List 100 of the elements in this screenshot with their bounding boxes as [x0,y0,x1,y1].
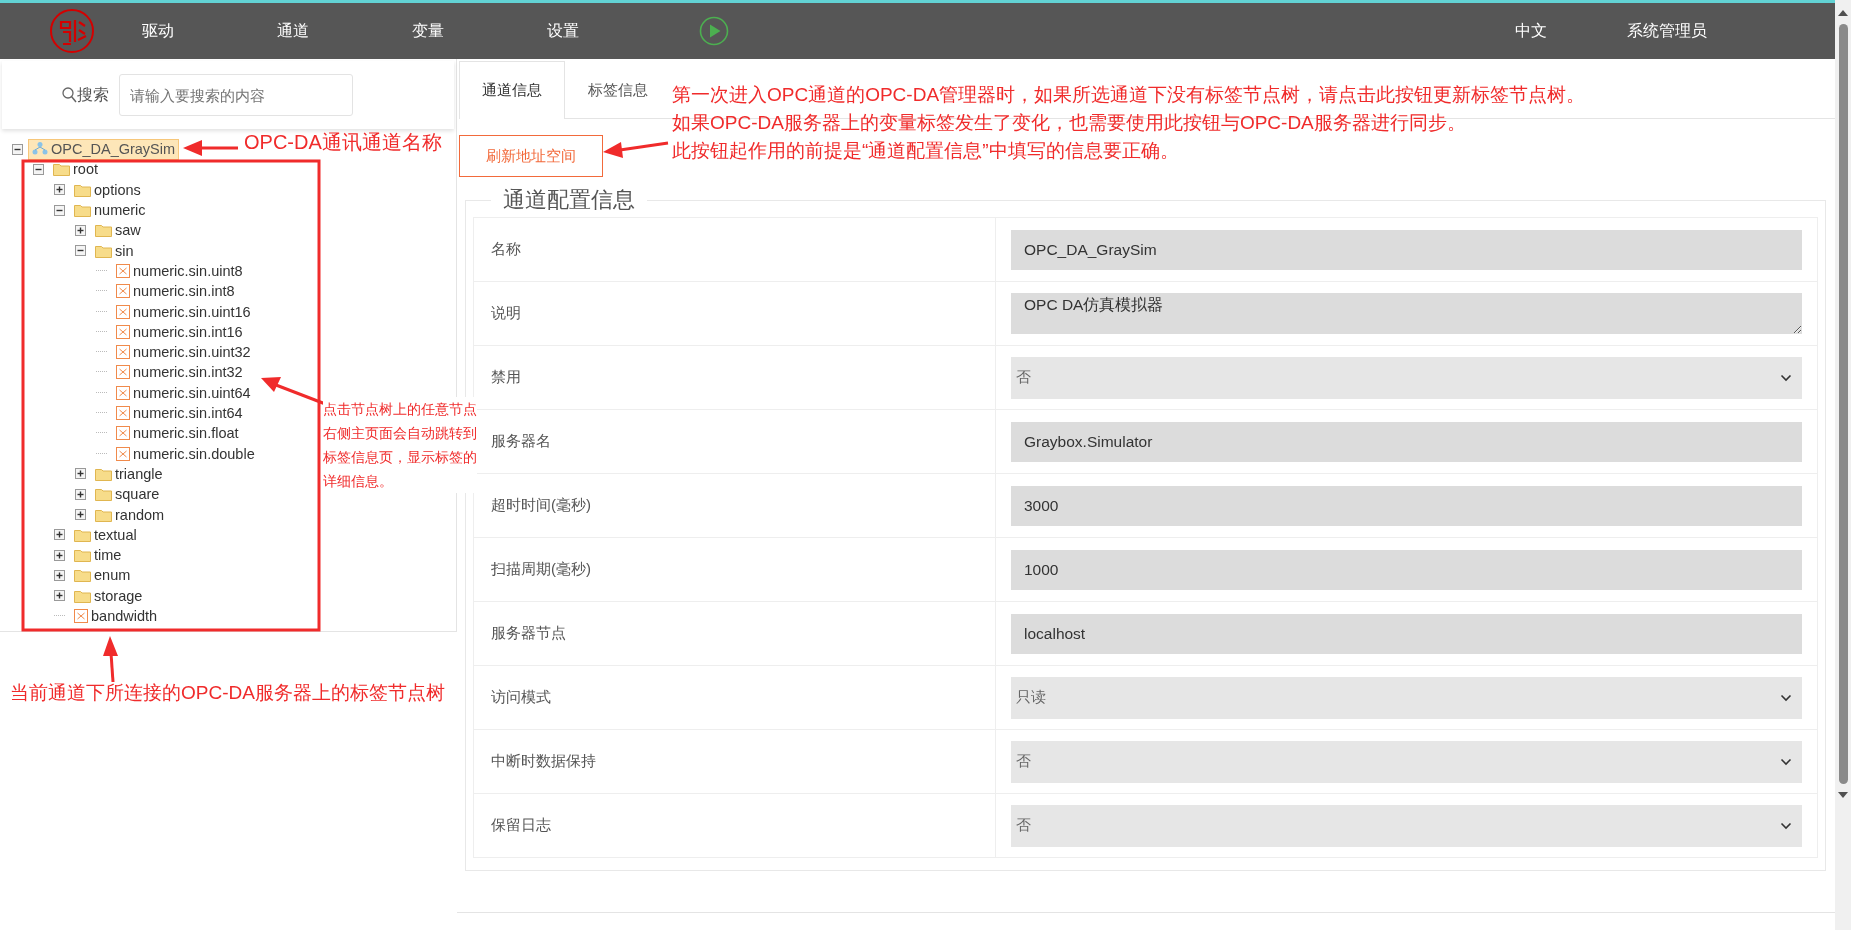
variable-icon [116,446,130,461]
variable-icon [116,385,130,400]
panel-legend: 通道配置信息 [491,185,647,215]
variable-icon [116,345,130,360]
tree-node[interactable]: numeric.sin.uint32 [112,341,255,363]
chevron-down-icon [1780,373,1792,382]
text-field[interactable]: 1000 [1011,549,1802,590]
annotation-arrow [103,636,118,683]
variable-icon [116,365,130,380]
expand-toggle[interactable] [54,204,65,216]
text-field[interactable]: OPC_DA_GraySim [1011,229,1802,270]
annotation-text: 如果OPC-DA服务器上的变量标签发生了变化，也需要使用此按钮与OPC-DA服务器进行同步。 [672,111,1467,135]
tree-node[interactable]: enum [70,564,135,586]
folder-icon [74,527,91,542]
expand-toggle[interactable] [33,163,44,175]
annotation-arrow [183,140,238,156]
expand-toggle[interactable] [54,529,65,541]
tree-node[interactable]: numeric.sin.int32 [112,361,247,383]
logo-icon [49,8,95,54]
expand-toggle[interactable] [54,569,65,581]
tab[interactable]: 通道信息 [459,61,565,119]
annotation-text: 点击节点树上的任意节点 [323,400,477,419]
folder-icon [95,507,112,522]
tree-node[interactable]: saw [91,219,145,241]
folder-icon [74,568,91,583]
expand-toggle[interactable] [12,143,23,155]
field-label: 访问模式 [474,666,996,729]
variable-icon [74,609,88,623]
folder-icon [95,243,112,258]
select-field[interactable]: 否 [1011,740,1802,783]
tree-node[interactable]: storage [70,585,147,607]
folder-icon [95,223,112,238]
tree-node[interactable]: time [70,544,126,566]
variable-icon [116,426,130,441]
nav-link[interactable]: 驱动 [142,20,277,42]
folder-icon [74,203,91,218]
text-area[interactable]: OPC DA仿真模拟器 [1011,293,1802,334]
expand-toggle[interactable] [75,224,86,236]
field-label: 扫描周期(毫秒) [474,538,996,601]
search-field[interactable]: 请输入要搜索的内容 [119,74,353,116]
expand-toggle[interactable] [54,590,65,602]
scrollbar-thumb[interactable] [1838,24,1848,784]
field-label: 名称 [474,218,996,281]
expand-toggle[interactable] [75,488,86,500]
variable-icon [116,304,130,319]
variable-icon [116,406,130,420]
field-label: 保留日志 [474,794,996,857]
folder-icon [74,548,91,563]
search-label: 搜索 [77,84,109,105]
tab[interactable]: 标签信息 [565,61,671,118]
expand-toggle[interactable] [54,184,65,196]
tree-node[interactable]: bandwidth [70,605,162,627]
annotation-text: OPC-DA通讯通道名称 [244,130,442,155]
play-button[interactable] [697,14,731,48]
folder-icon [95,487,112,502]
annotation-text: 第一次进入OPC通道的OPC-DA管理器时，如果所选通道下没有标签节点树，请点击此按钮更新标签节点树。 [672,83,1586,107]
nav-link[interactable]: 设置 [547,20,682,42]
nav-link[interactable]: 变量 [412,20,547,42]
text-field[interactable]: Graybox.Simulator [1011,421,1802,462]
expand-toggle[interactable] [75,468,86,480]
tree-node[interactable]: square [91,483,164,505]
expand-toggle[interactable] [75,245,86,257]
tree-node[interactable]: numeric.sin.int16 [112,321,247,343]
variable-icon [116,324,130,339]
tree-node[interactable]: root [49,158,102,180]
tree-node[interactable]: numeric.sin.uint8 [112,260,247,282]
variable-icon [116,263,130,278]
tree-node[interactable]: numeric.sin.float [112,422,243,444]
tree-node[interactable]: triangle [91,463,167,485]
nav-link[interactable]: 通道 [277,20,412,42]
folder-icon [74,182,91,197]
user-link[interactable]: 系统管理员 [1627,20,1707,42]
language-link[interactable]: 中文 [1515,20,1547,42]
tree-node[interactable]: random [91,504,169,525]
annotation-text: 详细信息。 [323,472,394,491]
select-field[interactable]: 否 [1011,804,1802,847]
text-field[interactable]: 3000 [1011,485,1802,526]
tree-node[interactable]: numeric.sin.int64 [112,402,247,424]
text-field[interactable]: localhost [1011,613,1802,654]
tree-node[interactable]: numeric.sin.int8 [112,280,239,302]
expand-toggle[interactable] [54,549,65,561]
chevron-down-icon [1780,821,1792,830]
tree-node[interactable]: numeric [70,199,150,221]
select-field[interactable]: 只读 [1011,676,1802,719]
tree-node[interactable]: numeric.sin.uint64 [112,382,255,404]
annotation-text: 右侧主页面会自动跳转到 [323,424,477,443]
tree-node[interactable]: options [70,179,145,201]
expand-toggle[interactable] [75,509,86,520]
search-icon [62,87,77,103]
tree-node[interactable]: textual [70,524,141,546]
tree-node[interactable]: sin [91,240,138,262]
chevron-down-icon [1780,757,1792,766]
folder-icon [95,466,112,481]
chevron-down-icon [1780,693,1792,702]
tree-node[interactable]: numeric.sin.uint16 [112,301,255,323]
variable-icon [116,284,130,299]
annotation-text: 当前通道下所连接的OPC-DA服务器上的标签节点树 [10,681,445,705]
select-field[interactable]: 否 [1011,356,1802,399]
tree-node[interactable]: OPC_DA_GraySim [28,138,180,160]
tree-node[interactable]: numeric.sin.double [112,443,259,465]
